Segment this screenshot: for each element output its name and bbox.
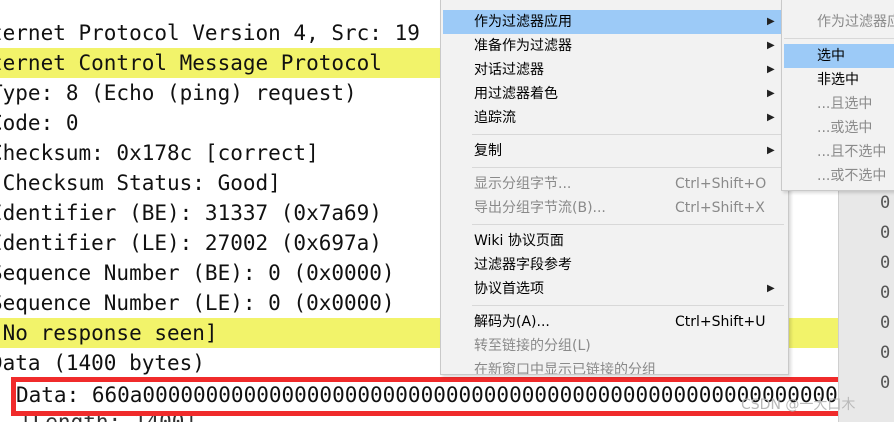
hex-digit: 0 xyxy=(880,343,891,363)
submenu-arrow-icon: ▶ xyxy=(767,16,775,27)
submenu-arrow-icon: ▶ xyxy=(767,283,775,294)
hex-digit: 0 xyxy=(880,223,891,243)
tree-row-sequence-le[interactable]: Sequence Number (LE): 0 (0x0000) xyxy=(0,288,395,318)
menu-decode-as[interactable]: 解码为(A)... Ctrl+Shift+U xyxy=(443,310,786,334)
menu-show-linked-packet-new-window[interactable]: 在新窗口中显示已链接的分组 xyxy=(443,358,786,374)
submenu-not-selected[interactable]: 非选中 xyxy=(784,68,894,92)
red-highlight-box xyxy=(11,377,851,416)
hex-digit: 0 xyxy=(880,193,891,213)
submenu-title: 作为过滤器应 xyxy=(817,14,894,30)
submenu-and-selected[interactable]: ...且选中 xyxy=(784,92,894,116)
menu-separator xyxy=(472,167,784,168)
submenu-or-not-selected[interactable]: ...或不选中 xyxy=(784,164,894,188)
submenu-arrow-icon: ▶ xyxy=(767,88,775,99)
menu-follow-stream[interactable]: 追踪流 ▶ xyxy=(443,106,786,130)
hex-digit: 0 xyxy=(880,313,891,333)
menu-separator xyxy=(472,134,784,135)
menu-show-packet-bytes[interactable]: 显示分组字节... Ctrl+Shift+O xyxy=(443,172,786,196)
submenu-separator xyxy=(784,38,894,39)
tree-row-sequence-be[interactable]: Sequence Number (BE): 0 (0x0000) xyxy=(0,258,395,288)
submenu-arrow-icon: ▶ xyxy=(767,40,775,51)
menu-conversation-filter[interactable]: 对话过滤器 ▶ xyxy=(443,58,786,82)
menu-filter-field-reference[interactable]: 过滤器字段参考 xyxy=(443,253,786,277)
tree-row-type[interactable]: Type: 8 (Echo (ping) request) xyxy=(0,78,357,108)
watermark: CSDN @一大口木 xyxy=(741,397,856,413)
menu-prepare-as-filter[interactable]: 准备作为过滤器 ▶ xyxy=(443,34,786,58)
submenu-arrow-icon: ▶ xyxy=(767,145,775,156)
submenu-and-not-selected[interactable]: ...且不选中 xyxy=(784,140,894,164)
tree-row-ipv4[interactable]: ternet Protocol Version 4, Src: 19 xyxy=(0,18,440,48)
tree-row-identifier-be[interactable]: Identifier (BE): 31337 (0x7a69) xyxy=(0,198,382,228)
menu-apply-as-filter[interactable]: 作为过滤器应用 ▶ xyxy=(443,10,786,34)
menu-separator xyxy=(472,305,784,306)
apply-as-filter-submenu: 作为过滤器应 选中 非选中 ...且选中 ...或选中 ...且不选中 ...或… xyxy=(781,0,894,191)
submenu-arrow-icon: ▶ xyxy=(767,64,775,75)
menu-export-packet-bytes[interactable]: 导出分组字节流(B)... Ctrl+Shift+X xyxy=(443,196,786,220)
menu-copy[interactable]: 复制 ▶ xyxy=(443,139,786,163)
submenu-arrow-icon: ▶ xyxy=(767,112,775,123)
context-menu: 作为过滤器应用 ▶ 准备作为过滤器 ▶ 对话过滤器 ▶ 用过滤器着色 ▶ 追踪流… xyxy=(440,0,789,375)
menu-wiki-protocol-page[interactable]: Wiki 协议页面 xyxy=(443,229,786,253)
tree-row-checksum[interactable]: Checksum: 0x178c [correct] xyxy=(0,138,319,168)
hex-digit: 0 xyxy=(880,373,891,393)
hex-digit: 0 xyxy=(880,283,891,303)
submenu-or-selected[interactable]: ...或选中 xyxy=(784,116,894,140)
hex-digit: 0 xyxy=(880,253,891,273)
menu-colorize-with-filter[interactable]: 用过滤器着色 ▶ xyxy=(443,82,786,106)
tree-row-data-header[interactable]: Data (1400 bytes) xyxy=(0,348,205,378)
tree-row-checksum-status[interactable]: [Checksum Status: Good] xyxy=(0,168,281,198)
tree-row-identifier-le[interactable]: Identifier (LE): 27002 (0x697a) xyxy=(0,228,382,258)
menu-separator xyxy=(472,224,784,225)
menu-go-to-linked-packet[interactable]: 转至链接的分组(L) xyxy=(443,334,786,358)
menu-protocol-preferences[interactable]: 协议首选项 ▶ xyxy=(443,277,786,301)
submenu-selected[interactable]: 选中 xyxy=(784,44,894,68)
tree-row-code[interactable]: Code: 0 xyxy=(0,108,79,138)
